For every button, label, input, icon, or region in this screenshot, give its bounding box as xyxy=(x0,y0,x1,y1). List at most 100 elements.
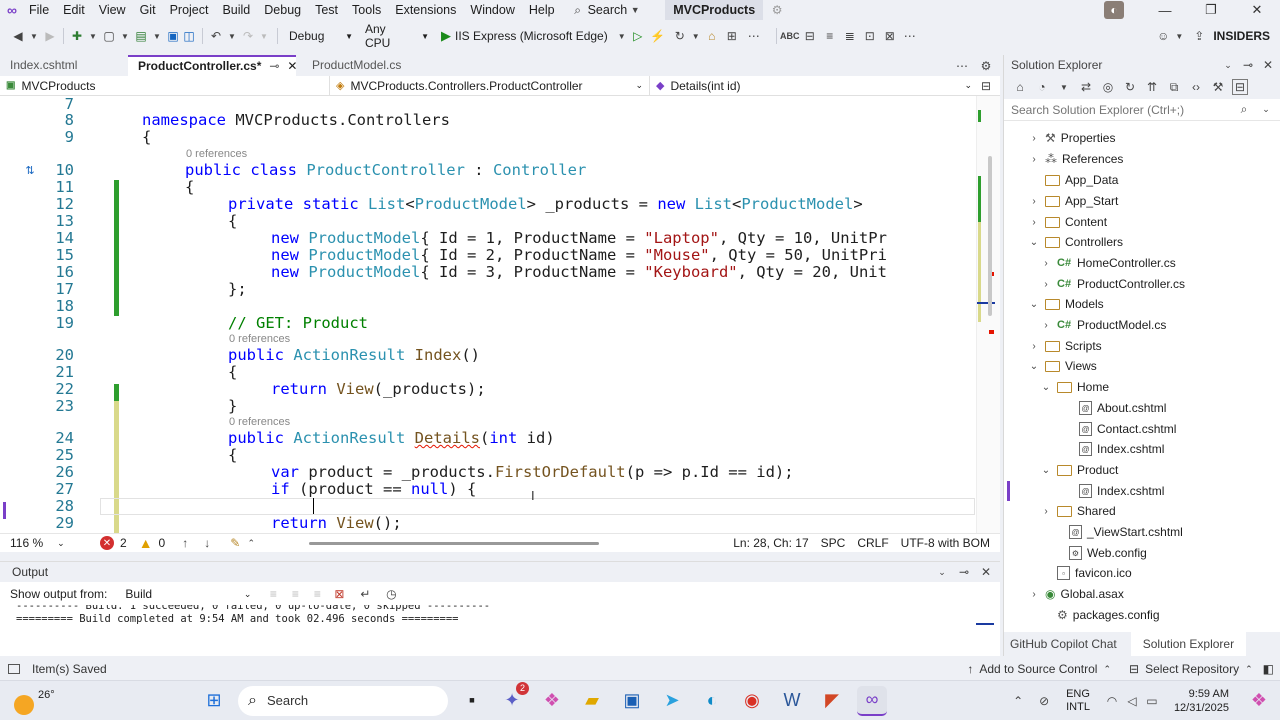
tree-item-app-data[interactable]: App_Data xyxy=(1028,170,1118,190)
account-avatar-icon[interactable]: ◐ xyxy=(1104,1,1124,19)
sync-icon[interactable]: ◔ xyxy=(1034,79,1050,95)
project-dropdown[interactable]: ▣ MVCProducts xyxy=(0,75,330,96)
chevron-down-icon[interactable]: ▼ xyxy=(149,28,165,44)
menu-window[interactable]: Window xyxy=(463,0,521,20)
tree-item-product-index-cshtml[interactable]: @ Index.cshtml xyxy=(1062,481,1164,501)
tree-item-controllers[interactable]: ⌄ Controllers xyxy=(1028,232,1123,252)
tree-item-favicon[interactable]: ▫ favicon.ico xyxy=(1040,563,1132,583)
tree-item-home-index-cshtml[interactable]: @ Index.cshtml xyxy=(1062,439,1164,459)
tree-item-viewstart[interactable]: @ _ViewStart.cshtml xyxy=(1052,522,1183,542)
pin-icon[interactable]: ⊸ xyxy=(956,564,972,580)
next-issue-icon[interactable]: ↓ xyxy=(199,535,215,551)
taskbar-search[interactable]: ⌕ Search xyxy=(238,685,448,716)
copilot-app-icon[interactable]: ❖ xyxy=(537,686,567,716)
tab-github-copilot-chat[interactable]: GitHub Copilot Chat xyxy=(1004,632,1123,656)
tree-item-product-folder[interactable]: ⌄ Product xyxy=(1040,460,1119,480)
chevron-right-icon[interactable]: › xyxy=(1028,341,1040,352)
teams-icon[interactable]: ✦ 2 xyxy=(497,681,529,716)
restore-button[interactable]: ❐ xyxy=(1188,2,1234,18)
tab-product-model[interactable]: ProductModel.cs xyxy=(296,55,411,76)
new-project-icon[interactable]: ✚ xyxy=(69,28,85,44)
menu-test[interactable]: Test xyxy=(308,0,345,20)
chevron-right-icon[interactable]: › xyxy=(1040,258,1052,269)
chevron-right-icon[interactable]: › xyxy=(1028,133,1040,144)
chevron-down-icon[interactable]: ▼ xyxy=(614,28,630,44)
platform-dropdown[interactable]: Any CPU ▼ xyxy=(359,22,435,50)
error-count[interactable]: ✕ 2 xyxy=(100,536,127,550)
chrome-icon[interactable]: ◉ xyxy=(737,686,767,716)
new-file-icon[interactable]: ▢ xyxy=(101,28,117,44)
solution-search-input[interactable] xyxy=(1011,102,1231,117)
pin-icon[interactable]: ⊸ xyxy=(1240,57,1256,73)
tree-item-content[interactable]: › Content xyxy=(1028,212,1107,232)
class-dropdown[interactable]: ◈ MVCProducts.Controllers.ProductControl… xyxy=(330,75,650,96)
next-message-icon[interactable]: ≡ xyxy=(309,586,325,602)
preview-selected-icon[interactable]: ⊟ xyxy=(1232,79,1248,95)
menu-view[interactable]: View xyxy=(92,0,133,20)
timestamp-icon[interactable]: ◷ xyxy=(383,586,399,602)
close-icon[interactable]: ✕ xyxy=(978,564,994,580)
start-button[interactable]: ⊞ xyxy=(199,686,229,716)
battery-icon[interactable]: ▭ xyxy=(1144,693,1160,709)
code-lens-references[interactable]: 0 references xyxy=(229,333,290,345)
chevron-right-icon[interactable]: › xyxy=(1028,589,1040,600)
start-debugging-button[interactable]: ▶ IIS Express (Microsoft Edge) xyxy=(435,28,614,44)
chevron-down-icon[interactable]: ⌄ xyxy=(1028,361,1040,372)
menu-search[interactable]: ⌕ Search ▼ xyxy=(562,2,652,18)
save-icon[interactable]: ▣ xyxy=(165,28,181,44)
copilot-icon[interactable]: ☺ xyxy=(1155,28,1171,44)
speaker-icon[interactable]: ◁ xyxy=(1124,693,1140,709)
tab-index-cshtml[interactable]: Index.cshtml xyxy=(0,55,128,76)
menu-project[interactable]: Project xyxy=(163,0,216,20)
chevron-down-icon[interactable]: ⌄ xyxy=(1220,57,1236,73)
tree-item-properties[interactable]: › ⚒ Properties xyxy=(1028,128,1115,148)
forward-icon[interactable]: ▶ xyxy=(42,28,58,44)
tree-item-contact-cshtml[interactable]: @ Contact.cshtml xyxy=(1062,419,1176,439)
back-icon[interactable]: ◀ xyxy=(10,28,26,44)
menu-edit[interactable]: Edit xyxy=(56,0,92,20)
chevron-down-icon[interactable]: ⌄ xyxy=(1040,465,1052,476)
language-indicator[interactable]: ENG INTL xyxy=(1066,688,1090,714)
powerpoint-icon[interactable]: ◤ xyxy=(817,686,847,716)
previous-issue-icon[interactable]: ↑ xyxy=(177,535,193,551)
code-view-icon[interactable]: ‹› xyxy=(1188,79,1204,95)
code-editor[interactable]: ⇅ 7 8 namespace MVCProducts.Controllers 9… xyxy=(0,96,1000,533)
tree-item-models[interactable]: ⌄ Models xyxy=(1028,294,1104,314)
spell-check-icon[interactable]: ABC xyxy=(780,28,800,44)
line-ending[interactable]: CRLF xyxy=(857,536,888,550)
chevron-down-icon[interactable]: ▼ xyxy=(224,28,240,44)
visual-studio-taskbar-icon[interactable]: ∞ xyxy=(857,685,887,716)
pin-icon[interactable]: ⊸ xyxy=(269,57,279,76)
more-actions-icon[interactable]: ⋯ xyxy=(902,28,918,44)
warning-count[interactable]: ▲ 0 xyxy=(139,535,166,551)
chevron-right-icon[interactable]: › xyxy=(1028,217,1040,228)
chevron-right-icon[interactable]: › xyxy=(1028,196,1040,207)
menu-git[interactable]: Git xyxy=(133,0,163,20)
horizontal-scrollbar[interactable] xyxy=(289,537,669,549)
notifications-icon[interactable]: ◧ xyxy=(1263,662,1274,676)
clock[interactable]: 9:59 AM 12/31/2025 xyxy=(1174,687,1229,715)
tree-item-about-cshtml[interactable]: @ About.cshtml xyxy=(1062,398,1166,418)
bookmark-icon[interactable]: ⊡ xyxy=(862,28,878,44)
copilot-tray-icon[interactable]: ❖ xyxy=(1244,686,1274,716)
task-view-icon[interactable]: ▪ xyxy=(457,686,487,716)
prev-message-icon[interactable]: ≡ xyxy=(287,586,303,602)
chevron-right-icon[interactable]: › xyxy=(1040,506,1052,517)
chevron-down-icon[interactable]: ⌄ xyxy=(1258,102,1274,118)
hot-reload-icon[interactable]: ⚡ xyxy=(650,28,666,44)
chevron-down-icon[interactable]: ▼ xyxy=(26,28,42,44)
format-icon[interactable]: ⊟ xyxy=(802,28,818,44)
chevron-right-icon[interactable]: › xyxy=(1028,154,1040,165)
output-text[interactable]: ---------- Build: 1 succeeded, 0 failed,… xyxy=(0,605,1000,635)
show-hidden-icons-icon[interactable]: ⌃ xyxy=(1010,693,1026,709)
chevron-down-icon[interactable]: ▼ xyxy=(688,28,704,44)
scroll-thumb[interactable] xyxy=(988,156,992,316)
word-icon[interactable]: W xyxy=(777,686,807,716)
properties-wrench-icon[interactable]: ⚒ xyxy=(1210,79,1226,95)
tree-item-home-controller[interactable]: › C# HomeController.cs xyxy=(1040,253,1175,273)
chevron-down-icon[interactable]: ▼ xyxy=(1056,79,1072,95)
menu-file[interactable]: File xyxy=(22,0,56,20)
chevron-up-icon[interactable]: ⌃ xyxy=(243,535,259,551)
collapse-all-icon[interactable]: ⇈ xyxy=(1144,79,1160,95)
menu-help[interactable]: Help xyxy=(522,0,562,20)
